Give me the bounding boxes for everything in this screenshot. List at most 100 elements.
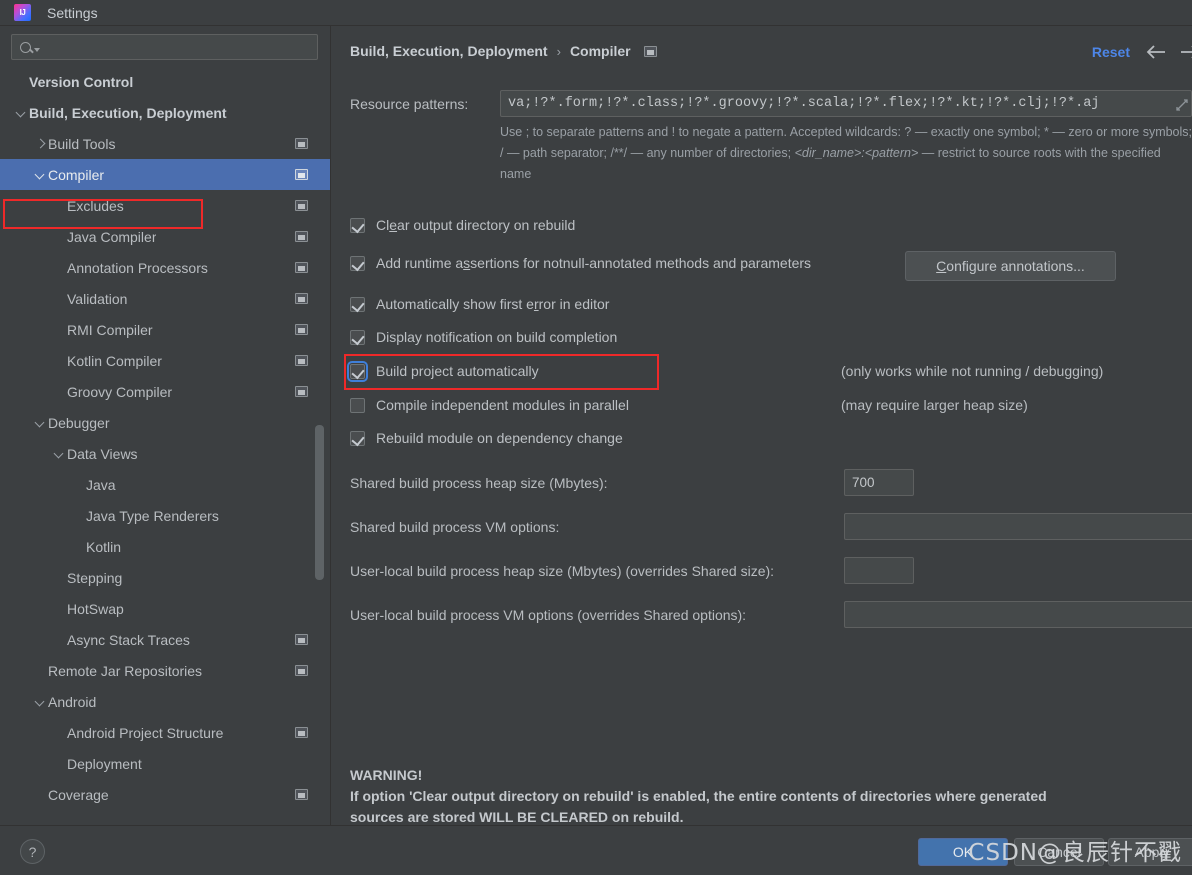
- field-user-local-build-process-vm-options-overrides-shared-options[interactable]: [844, 601, 1192, 628]
- breadcrumb-parent[interactable]: Build, Execution, Deployment: [350, 43, 548, 59]
- sidebar-item-hotswap[interactable]: HotSwap: [0, 593, 330, 624]
- sidebar-item-build-execution-deployment[interactable]: Build, Execution, Deployment: [0, 97, 330, 128]
- sidebar-item-java-type-renderers[interactable]: Java Type Renderers: [0, 500, 330, 531]
- input-user-local-build-process-vm-options-overrides-shared-options[interactable]: [845, 606, 1192, 623]
- search-input[interactable]: [40, 38, 317, 56]
- checkbox-row-build-project-automatically[interactable]: Build project automatically: [347, 360, 539, 382]
- sidebar-item-remote-jar-repositories[interactable]: Remote Jar Repositories: [0, 655, 330, 686]
- sidebar-item-label: Build Tools: [48, 135, 116, 152]
- window-settings-icon[interactable]: [295, 262, 308, 273]
- sidebar-item-coverage[interactable]: Coverage: [0, 779, 330, 810]
- window-settings-icon[interactable]: [295, 789, 308, 800]
- sidebar-item-version-control[interactable]: Version Control: [0, 66, 330, 97]
- expand-textarea-icon[interactable]: [1175, 98, 1189, 112]
- field-shared-build-process-heap-size-mbytes[interactable]: [844, 469, 914, 496]
- sidebar-item-groovy-compiler[interactable]: Groovy Compiler: [0, 376, 330, 407]
- window-settings-icon[interactable]: [295, 355, 308, 366]
- chevron-down-icon[interactable]: [32, 697, 48, 706]
- checkbox-row-clear-output-directory-on-rebuild[interactable]: Clear output directory on rebuild: [350, 217, 575, 233]
- apply-button[interactable]: Apply: [1108, 838, 1192, 866]
- sidebar-item-deployment[interactable]: Deployment: [0, 748, 330, 779]
- sidebar-item-label: Debugger: [48, 414, 110, 431]
- checkbox-row-automatically-show-first-error-in-editor[interactable]: Automatically show first error in editor: [350, 296, 609, 312]
- checkbox-automatically-show-first-error-in-editor[interactable]: [350, 296, 365, 312]
- window-settings-icon[interactable]: [295, 169, 308, 180]
- resource-patterns-input[interactable]: [501, 95, 1191, 112]
- sidebar-item-debugger[interactable]: Debugger: [0, 407, 330, 438]
- window-settings-icon[interactable]: [295, 665, 308, 676]
- window-settings-icon[interactable]: [295, 634, 308, 645]
- checkbox-display-notification-on-build-completion[interactable]: [350, 329, 365, 345]
- window-settings-icon[interactable]: [295, 386, 308, 397]
- sidebar-item-rmi-compiler[interactable]: RMI Compiler: [0, 314, 330, 345]
- window-settings-icon[interactable]: [295, 138, 308, 149]
- warning-title: WARNING!: [350, 767, 423, 783]
- sidebar-item-async-stack-traces[interactable]: Async Stack Traces: [0, 624, 330, 655]
- sidebar-item-label: Groovy Compiler: [67, 383, 173, 400]
- configure-annotations-button[interactable]: Configure annotations...: [905, 251, 1116, 281]
- note-build-automatically: (only works while not running / debuggin…: [841, 363, 1104, 379]
- sidebar-item-stepping[interactable]: Stepping: [0, 562, 330, 593]
- checkbox-clear-output-directory-on-rebuild[interactable]: [350, 217, 365, 233]
- window-settings-icon[interactable]: [295, 727, 308, 738]
- window-settings-icon[interactable]: [643, 45, 657, 57]
- dialog-footer: ? OK Cancel Apply CSDN@良辰针不戳: [0, 825, 1192, 875]
- sidebar-item-label: Async Stack Traces: [67, 631, 190, 648]
- search-box[interactable]: [11, 34, 318, 60]
- window-settings-icon[interactable]: [295, 231, 308, 242]
- checkbox-label: Build project automatically: [376, 363, 539, 379]
- field-label-shared-build-process-heap-size-mbytes: Shared build process heap size (Mbytes):: [350, 475, 608, 491]
- checkbox-row-display-notification-on-build-completion[interactable]: Display notification on build completion: [350, 329, 617, 345]
- checkbox-compile-independent-modules-in-parallel[interactable]: [350, 397, 365, 413]
- sidebar-item-validation[interactable]: Validation: [0, 283, 330, 314]
- ok-button[interactable]: OK: [918, 838, 1008, 866]
- sidebar-item-label: Kotlin Compiler: [67, 352, 162, 369]
- window-settings-icon[interactable]: [295, 293, 308, 304]
- settings-sidebar: Version Control Build, Execution, Deploym…: [0, 26, 331, 825]
- breadcrumb-separator: ›: [556, 43, 561, 59]
- arrow-right-icon[interactable]: [1178, 43, 1192, 61]
- sidebar-item-excludes[interactable]: Excludes: [0, 190, 330, 221]
- warning-line-1: If option 'Clear output directory on reb…: [350, 788, 1047, 804]
- sidebar-item-compiler[interactable]: Compiler: [0, 159, 330, 190]
- sidebar-item-kotlin-compiler[interactable]: Kotlin Compiler: [0, 345, 330, 376]
- settings-content-panel: Build, Execution, Deployment › Compiler …: [332, 26, 1192, 825]
- window-settings-icon[interactable]: [295, 200, 308, 211]
- sidebar-item-label: Java Type Renderers: [86, 507, 219, 524]
- resource-patterns-field[interactable]: [500, 90, 1192, 117]
- reset-button[interactable]: Reset: [1092, 44, 1130, 60]
- sidebar-item-java-compiler[interactable]: Java Compiler: [0, 221, 330, 252]
- sidebar-item-android[interactable]: Android: [0, 686, 330, 717]
- chevron-down-icon[interactable]: [32, 170, 48, 179]
- checkbox-rebuild-module-on-dependency-change[interactable]: [350, 430, 365, 446]
- help-question-icon[interactable]: ?: [20, 839, 45, 864]
- chevron-right-icon[interactable]: [32, 139, 48, 148]
- chevron-down-glyph: [36, 697, 45, 706]
- field-shared-build-process-vm-options[interactable]: [844, 513, 1192, 540]
- checkbox-row-compile-independent-modules-in-parallel[interactable]: Compile independent modules in parallel: [350, 397, 629, 413]
- sidebar-item-label: Excludes: [67, 197, 124, 214]
- sidebar-item-build-tools[interactable]: Build Tools: [0, 128, 330, 159]
- sidebar-item-annotation-processors[interactable]: Annotation Processors: [0, 252, 330, 283]
- sidebar-item-java[interactable]: Java: [0, 469, 330, 500]
- checkbox-add-runtime-assertions-for-notnull-annotated-methods-and-parameters[interactable]: [350, 255, 365, 271]
- chevron-down-icon[interactable]: [32, 418, 48, 427]
- checkbox-row-rebuild-module-on-dependency-change[interactable]: Rebuild module on dependency change: [350, 430, 623, 446]
- sidebar-item-data-views[interactable]: Data Views: [0, 438, 330, 469]
- checkbox-build-project-automatically[interactable]: [347, 360, 368, 382]
- window-settings-icon[interactable]: [295, 324, 308, 335]
- chevron-down-icon[interactable]: [13, 108, 29, 117]
- chevron-down-icon[interactable]: [51, 449, 67, 458]
- checkbox-row-add-runtime-assertions-for-notnull-annotated-methods-and-parameters[interactable]: Add runtime assertions for notnull-annot…: [350, 255, 811, 271]
- input-user-local-build-process-heap-size-mbytes-overrides-shared-size[interactable]: [845, 562, 913, 579]
- input-shared-build-process-heap-size-mbytes[interactable]: [845, 474, 913, 491]
- arrow-left-icon[interactable]: [1146, 43, 1168, 61]
- input-shared-build-process-vm-options[interactable]: [845, 518, 1192, 535]
- sidebar-item-android-project-structure[interactable]: Android Project Structure: [0, 717, 330, 748]
- sidebar-scrollbar-thumb[interactable]: [315, 425, 324, 580]
- sidebar-item-label: Build, Execution, Deployment: [29, 104, 227, 121]
- sidebar-item-kotlin[interactable]: Kotlin: [0, 531, 330, 562]
- cancel-button[interactable]: Cancel: [1014, 838, 1104, 866]
- sidebar-item-label: Java Compiler: [67, 228, 157, 245]
- field-user-local-build-process-heap-size-mbytes-overrides-shared-size[interactable]: [844, 557, 914, 584]
